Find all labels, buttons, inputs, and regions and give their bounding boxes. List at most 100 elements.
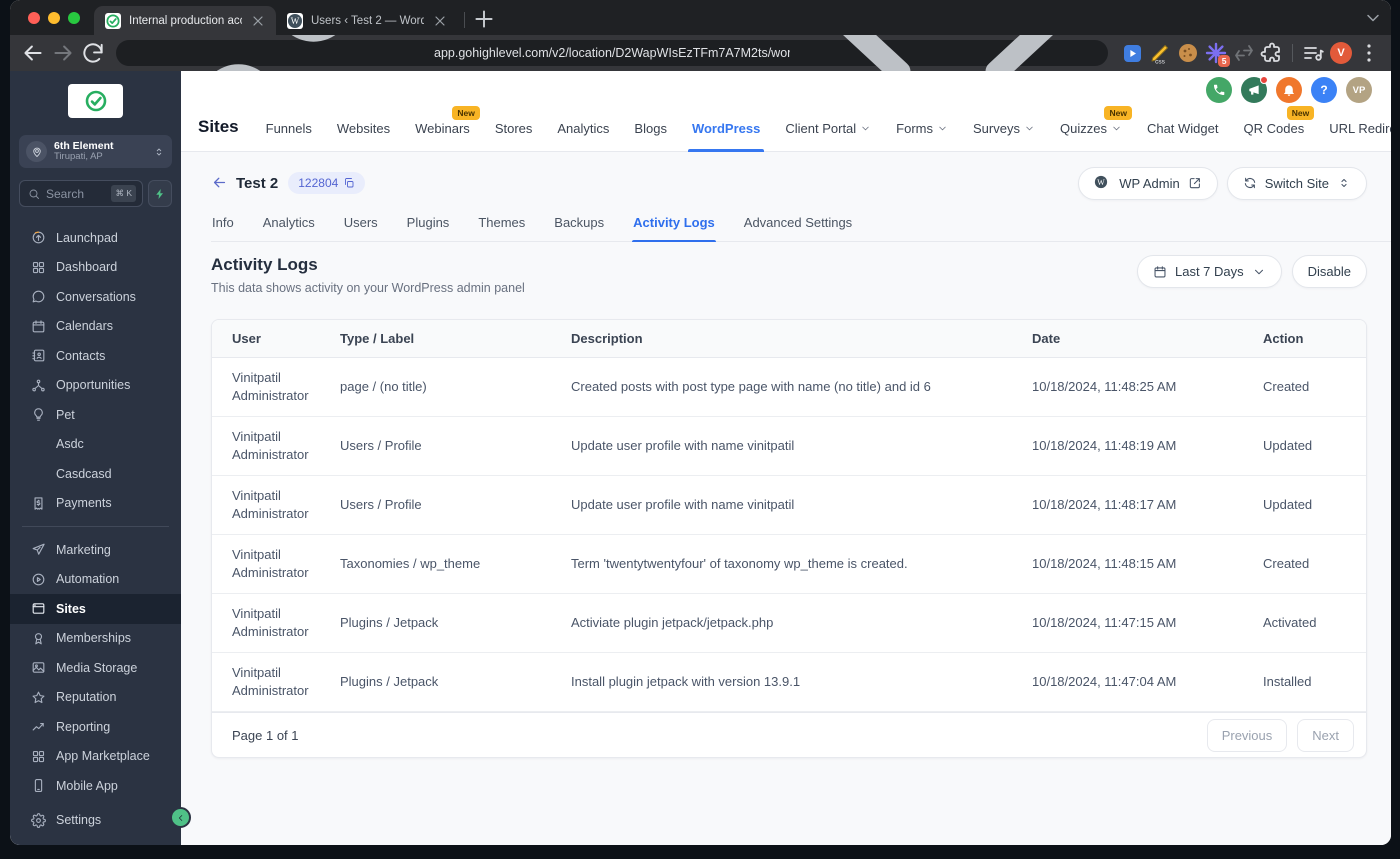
tab-search-button[interactable] [1363, 8, 1383, 28]
topnav-item[interactable]: Analytics [557, 121, 609, 137]
sidebar-item-label: Mobile App [56, 778, 118, 793]
switch-site-button[interactable]: Switch Site [1226, 166, 1367, 200]
sidebar-item[interactable]: App Marketplace [10, 742, 181, 772]
site-tab[interactable]: Themes [477, 207, 526, 241]
site-tab[interactable]: Advanced Settings [743, 207, 853, 241]
topnav-item[interactable]: Funnels [266, 121, 312, 137]
sidebar-item[interactable]: Reputation [10, 683, 181, 713]
disable-button[interactable]: Disable [1291, 255, 1367, 288]
sidebar-item[interactable]: Pet [10, 400, 181, 430]
url-bar[interactable]: app.gohighlevel.com/v2/location/D2WapWIs… [116, 0, 1108, 152]
wp-admin-button[interactable]: W WP Admin [1078, 166, 1218, 200]
sidebar-item[interactable]: Reporting [10, 712, 181, 742]
site-tab[interactable]: Backups [553, 207, 605, 241]
notifications-button[interactable] [1276, 77, 1302, 103]
dashboard-icon [31, 260, 46, 275]
tab-close-icon[interactable] [250, 13, 266, 29]
site-tab[interactable]: Users [343, 207, 379, 241]
sidebar-item[interactable]: Asdc [10, 430, 181, 460]
sidebar-item[interactable]: Conversations [10, 282, 181, 312]
help-button[interactable]: ? [1311, 77, 1337, 103]
sidebar-item[interactable]: Media Storage [10, 653, 181, 683]
topnav-item[interactable]: Surveys [973, 121, 1035, 137]
cookie-extension-icon[interactable] [1176, 41, 1200, 65]
browser-tab[interactable]: W Users ‹ Test 2 — WordPress [276, 6, 458, 35]
table-row[interactable]: Vinitpatil Administrator page / (no title… [212, 358, 1366, 417]
sidebar-item[interactable]: Marketing [10, 535, 181, 565]
sidebar-item[interactable]: Contacts [10, 341, 181, 371]
extension-doc[interactable] [1120, 41, 1144, 65]
next-button[interactable]: Next [1297, 718, 1354, 752]
sidebar-item[interactable]: Mobile App [10, 771, 181, 801]
minimize-window-button[interactable] [48, 11, 60, 24]
table-row[interactable]: Vinitpatil Administrator Users / Profile … [212, 417, 1366, 476]
sidebar-item[interactable]: Memberships [10, 624, 181, 654]
sidebar-item[interactable]: Automation [10, 565, 181, 595]
sidebar-item[interactable]: Launchpad [10, 223, 181, 253]
topnav-item[interactable]: URL Redirects [1329, 121, 1391, 137]
table-footer: Page 1 of 1 Previous Next [212, 712, 1366, 757]
previous-button[interactable]: Previous [1206, 718, 1288, 752]
sidebar-collapse-button[interactable] [170, 807, 191, 828]
announcements-button[interactable] [1241, 76, 1268, 103]
topnav-item[interactable]: Chat Widget [1147, 121, 1219, 137]
copy-icon[interactable] [343, 177, 355, 189]
search-input[interactable] [46, 186, 106, 201]
new-tab-button[interactable] [471, 6, 497, 32]
topnav-item[interactable]: Stores [495, 121, 533, 137]
launchpad-icon [31, 230, 46, 245]
marketing-icon [31, 542, 46, 557]
browser-profile-avatar[interactable]: V [1329, 41, 1353, 65]
user-avatar[interactable]: VP [1346, 77, 1372, 103]
site-tab[interactable]: Activity Logs [632, 207, 716, 242]
topnav-item[interactable]: QR Codes New [1244, 106, 1315, 137]
quick-actions-button[interactable] [148, 180, 172, 207]
close-window-button[interactable] [28, 11, 40, 24]
sidebar-item[interactable]: Payments [10, 489, 181, 519]
site-id-badge[interactable]: 122804 [288, 172, 366, 194]
media-playlist-icon[interactable] [1301, 41, 1325, 65]
cell-description: Activiate plugin jetpack/jetpack.php [571, 615, 774, 630]
table-row[interactable]: Vinitpatil Administrator Plugins / Jetpac… [212, 653, 1366, 712]
topnav-item[interactable]: Webinars New [415, 106, 480, 137]
reload-icon[interactable] [80, 40, 106, 66]
topnav-item[interactable]: Quizzes New [1060, 106, 1132, 137]
contacts-icon [31, 348, 46, 363]
sidebar-item[interactable]: Casdcasd [10, 459, 181, 489]
recycle-extension-icon[interactable] [1232, 41, 1256, 65]
site-tab[interactable]: Plugins [406, 207, 451, 241]
site-tab[interactable]: Info [211, 207, 235, 241]
phone-button[interactable] [1206, 77, 1232, 103]
sidebar-search[interactable]: ⌘ K [19, 180, 143, 207]
sidebar-item-settings[interactable]: Settings [10, 806, 181, 836]
back-nav-icon[interactable] [20, 40, 46, 66]
back-button[interactable] [211, 174, 229, 192]
location-switcher[interactable]: 6th Element Tirupati, AP [19, 135, 172, 168]
breadcrumb: Test 2 122804 W WP Admin Switch Site [211, 163, 1367, 203]
spark-extension[interactable]: 5 [1204, 41, 1230, 67]
sidebar-item[interactable]: Calendars [10, 312, 181, 342]
svg-text:W: W [1098, 177, 1106, 186]
browser-tab[interactable]: Internal production account [ [94, 6, 276, 35]
topnav-item[interactable]: Blogs [634, 121, 667, 137]
table-row[interactable]: Vinitpatil Administrator Users / Profile … [212, 476, 1366, 535]
extensions-puzzle-icon[interactable] [1260, 41, 1284, 65]
sidebar-item[interactable]: Sites [10, 594, 181, 624]
tab-close-icon[interactable] [432, 13, 448, 29]
topnav-item[interactable]: Websites [337, 121, 390, 137]
topnav-item[interactable]: WordPress [687, 121, 765, 152]
sidebar-item[interactable]: Dashboard [10, 253, 181, 283]
date-filter-button[interactable]: Last 7 Days [1136, 255, 1282, 288]
kebab-menu-icon[interactable] [1357, 41, 1381, 65]
forward-nav-icon[interactable] [50, 40, 76, 66]
agency-logo[interactable] [68, 84, 123, 118]
site-tab[interactable]: Analytics [262, 207, 316, 241]
table-row[interactable]: Vinitpatil Administrator Plugins / Jetpac… [212, 594, 1366, 653]
sidebar-item-label: Sites [56, 601, 86, 616]
topnav-item[interactable]: Client Portal [785, 121, 871, 137]
css-pencil-extension-icon[interactable]: css [1148, 41, 1172, 65]
sidebar-item[interactable]: Opportunities [10, 371, 181, 401]
table-row[interactable]: Vinitpatil Administrator Taxonomies / wp_… [212, 535, 1366, 594]
zoom-window-button[interactable] [68, 11, 80, 24]
topnav-item[interactable]: Forms [896, 121, 948, 137]
